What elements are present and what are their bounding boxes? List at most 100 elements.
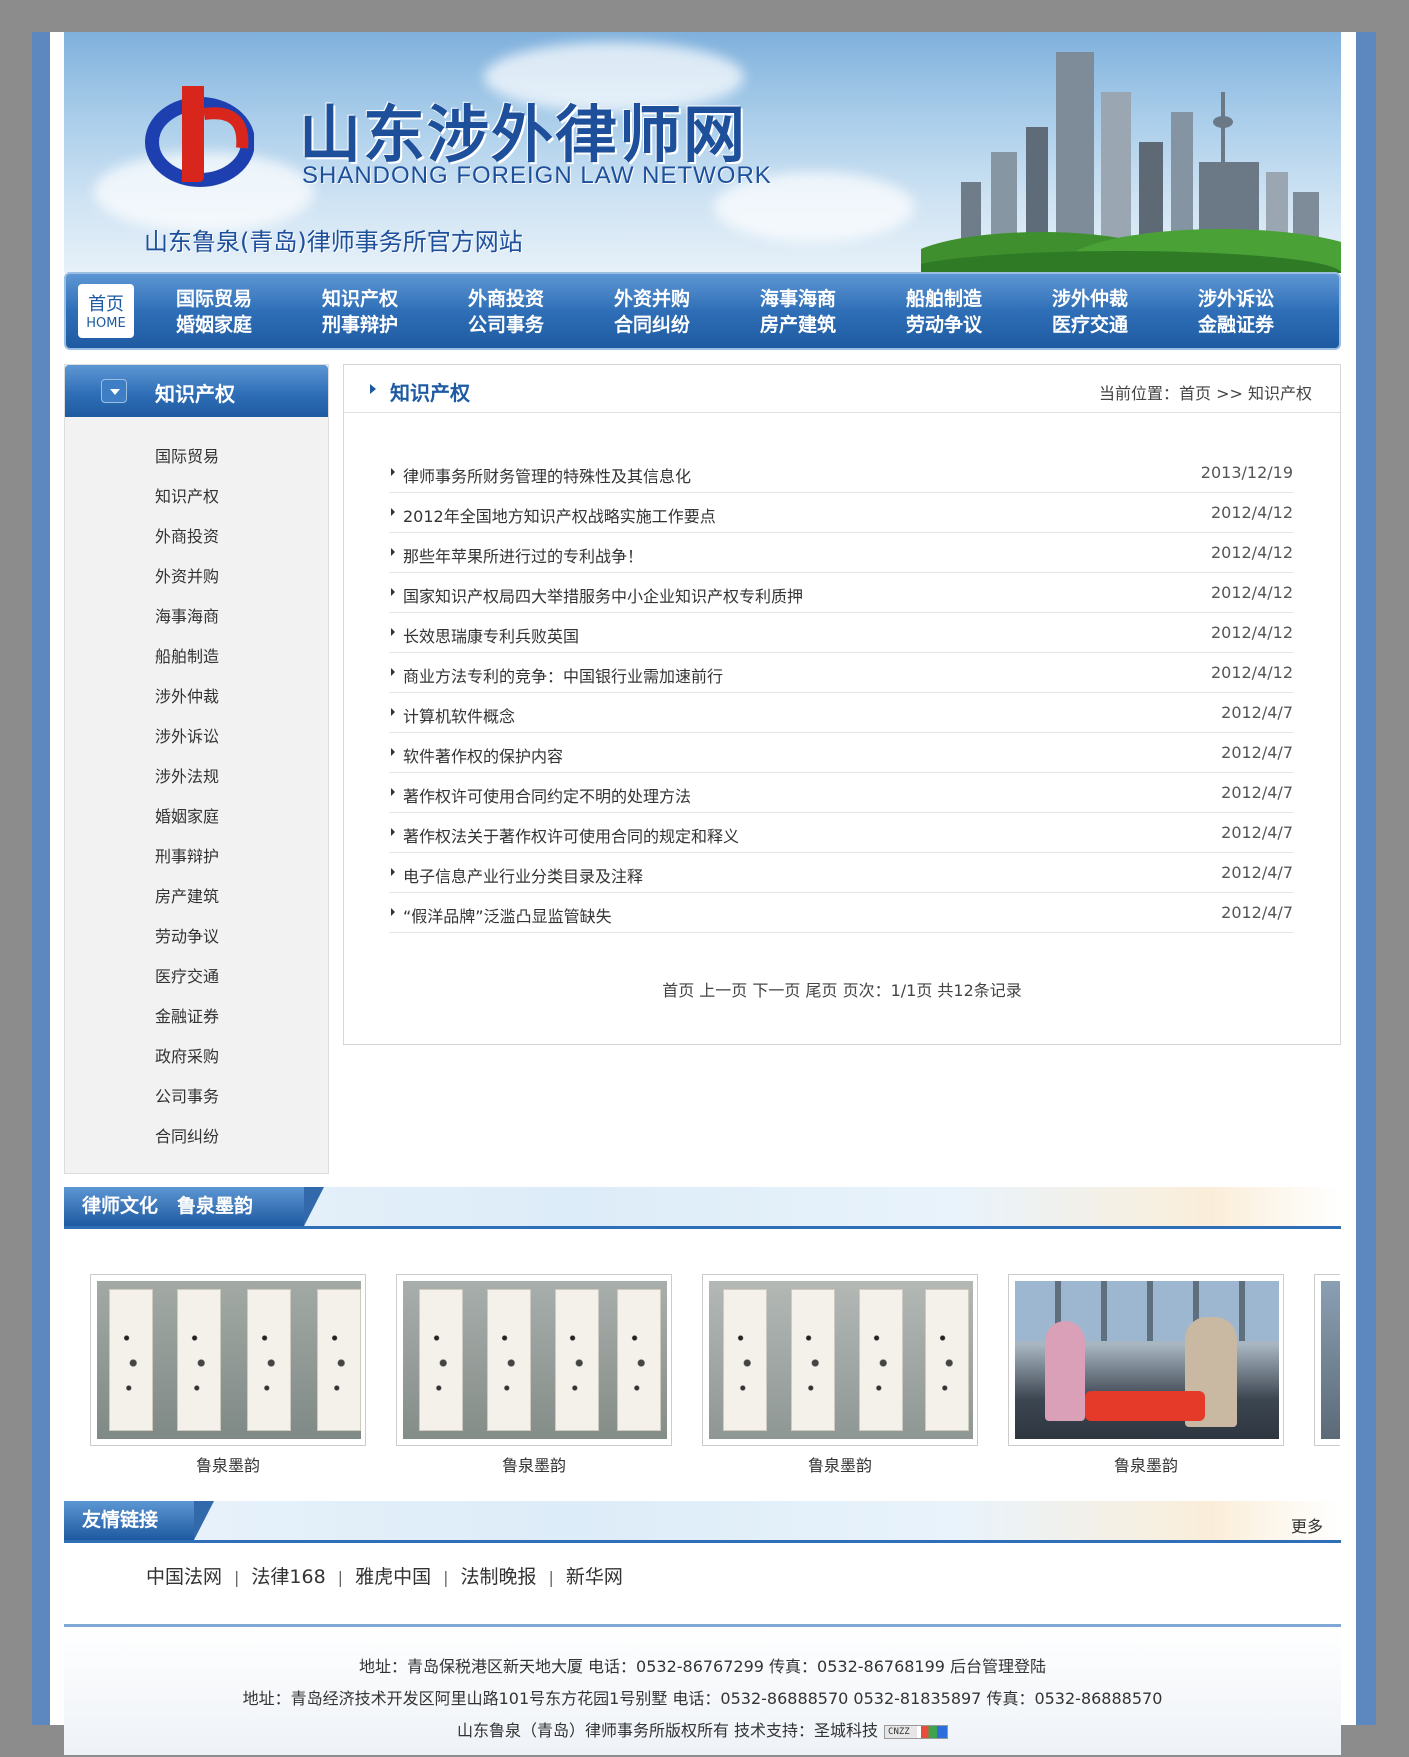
list-item[interactable]: 国家知识产权局四大举措服务中小企业知识产权专利质押 2012/4/12 xyxy=(389,573,1293,613)
bullet-icon xyxy=(391,668,395,676)
nav-link[interactable]: 船舶制造 xyxy=(906,286,1016,312)
nav-home-button[interactable]: 首页 HOME xyxy=(78,284,134,338)
cnzz-badge-icon[interactable]: CNZZ xyxy=(884,1724,949,1739)
sidebar-item[interactable]: 外资并购 xyxy=(65,557,328,597)
sidebar-item[interactable]: 外商投资 xyxy=(65,517,328,557)
sidebar-item[interactable]: 涉外诉讼 xyxy=(65,717,328,757)
friend-link[interactable]: 新华网 xyxy=(566,1566,623,1588)
sidebar-item[interactable]: 涉外法规 xyxy=(65,757,328,797)
gallery-caption[interactable]: 鲁泉墨韵 xyxy=(90,1452,366,1476)
nav-link[interactable]: 婚姻家庭 xyxy=(176,312,286,338)
pagination[interactable]: 首页 上一页 下一页 尾页 页次：1/1页 共12条记录 xyxy=(344,977,1340,1001)
site-logo-icon[interactable] xyxy=(142,78,254,190)
scroll-painting xyxy=(419,1289,463,1431)
nav-item-4[interactable]: 外资并购 合同纠纷 xyxy=(614,286,724,338)
gallery-image[interactable] xyxy=(396,1274,672,1446)
nav-link[interactable]: 房产建筑 xyxy=(760,312,870,338)
article-date: 2012/4/7 xyxy=(1221,863,1293,882)
list-item[interactable]: 2012年全国地方知识产权战略实施工作要点 2012/4/12 xyxy=(389,493,1293,533)
list-item[interactable]: “假洋品牌”泛滥凸显监管缺失 2012/4/7 xyxy=(389,893,1293,933)
sidebar-item[interactable]: 国际贸易 xyxy=(65,437,328,477)
nav-item-1[interactable]: 国际贸易 婚姻家庭 xyxy=(176,286,286,338)
nav-link[interactable]: 合同纠纷 xyxy=(614,312,724,338)
nav-link[interactable]: 医疗交通 xyxy=(1052,312,1162,338)
nav-link[interactable]: 刑事辩护 xyxy=(322,312,432,338)
chevron-down-icon[interactable] xyxy=(101,379,127,403)
breadcrumb[interactable]: 当前位置：首页 >> 知识产权 xyxy=(1099,380,1312,404)
sidebar-item[interactable]: 合同纠纷 xyxy=(65,1117,328,1157)
list-item[interactable]: 著作权法关于著作权许可使用合同的规定和释义 2012/4/7 xyxy=(389,813,1293,853)
friend-link[interactable]: 法律168 xyxy=(251,1566,325,1588)
sidebar-item[interactable]: 劳动争议 xyxy=(65,917,328,957)
article-title[interactable]: 电子信息产业行业分类目录及注释 xyxy=(403,863,643,887)
sidebar-item[interactable]: 船舶制造 xyxy=(65,637,328,677)
list-item[interactable]: 软件著作权的保护内容 2012/4/7 xyxy=(389,733,1293,773)
list-item[interactable]: 那些年苹果所进行过的专利战争！ 2012/4/12 xyxy=(389,533,1293,573)
bullet-icon xyxy=(391,908,395,916)
nav-item-7[interactable]: 涉外仲裁 医疗交通 xyxy=(1052,286,1162,338)
nav-link[interactable]: 外资并购 xyxy=(614,286,724,312)
scroll-painting xyxy=(109,1289,153,1431)
nav-item-6[interactable]: 船舶制造 劳动争议 xyxy=(906,286,1016,338)
nav-link[interactable]: 公司事务 xyxy=(468,312,578,338)
gallery-image[interactable] xyxy=(1008,1274,1284,1446)
article-title[interactable]: 2012年全国地方知识产权战略实施工作要点 xyxy=(403,503,716,527)
sidebar-item[interactable]: 房产建筑 xyxy=(65,877,328,917)
gallery-caption[interactable]: 鲁泉墨韵 xyxy=(1008,1452,1284,1476)
sidebar-item[interactable]: 医疗交通 xyxy=(65,957,328,997)
gallery-image[interactable] xyxy=(702,1274,978,1446)
friend-link[interactable]: 雅虎中国 xyxy=(355,1566,431,1588)
nav-link[interactable]: 知识产权 xyxy=(322,286,432,312)
bullet-icon xyxy=(391,828,395,836)
article-title[interactable]: 著作权法关于著作权许可使用合同的规定和释义 xyxy=(403,823,739,847)
article-title[interactable]: “假洋品牌”泛滥凸显监管缺失 xyxy=(403,903,612,927)
nav-link[interactable]: 劳动争议 xyxy=(906,312,1016,338)
sidebar-item[interactable]: 政府采购 xyxy=(65,1037,328,1077)
nav-item-8[interactable]: 涉外诉讼 金融证券 xyxy=(1198,286,1308,338)
gallery-image[interactable] xyxy=(90,1274,366,1446)
article-title[interactable]: 著作权许可使用合同约定不明的处理方法 xyxy=(403,783,691,807)
article-title[interactable]: 律师事务所财务管理的特殊性及其信息化 xyxy=(403,463,691,487)
list-item[interactable]: 商业方法专利的竞争：中国银行业需加速前行 2012/4/12 xyxy=(389,653,1293,693)
list-item[interactable]: 律师事务所财务管理的特殊性及其信息化 2013/12/19 xyxy=(389,453,1293,493)
list-item[interactable]: 电子信息产业行业分类目录及注释 2012/4/7 xyxy=(389,853,1293,893)
nav-link[interactable]: 国际贸易 xyxy=(176,286,286,312)
nav-link[interactable]: 海事海商 xyxy=(760,286,870,312)
article-title[interactable]: 长效思瑞康专利兵败英国 xyxy=(403,623,579,647)
nav-item-2[interactable]: 知识产权 刑事辩护 xyxy=(322,286,432,338)
sidebar-item[interactable]: 婚姻家庭 xyxy=(65,797,328,837)
article-title[interactable]: 商业方法专利的竞争：中国银行业需加速前行 xyxy=(403,663,723,687)
friend-link[interactable]: 中国法网 xyxy=(146,1566,222,1588)
article-title[interactable]: 国家知识产权局四大举措服务中小企业知识产权专利质押 xyxy=(403,583,803,607)
nav-link[interactable]: 涉外诉讼 xyxy=(1198,286,1308,312)
sidebar-item[interactable]: 刑事辩护 xyxy=(65,837,328,877)
gallery-caption[interactable]: 鲁泉墨韵 xyxy=(396,1452,672,1476)
gallery-caption[interactable]: 鲁泉墨韵 xyxy=(702,1452,978,1476)
footer-address-1: 地址：青岛保税港区新天地大厦 电话：0532-86767299 传真：0532-… xyxy=(358,1657,1047,1676)
sidebar-item[interactable]: 海事海商 xyxy=(65,597,328,637)
sidebar-item[interactable]: 金融证券 xyxy=(65,997,328,1037)
more-link[interactable]: 更多 xyxy=(1291,1513,1323,1537)
sidebar-header: 知识产权 xyxy=(65,365,328,417)
link-separator: | xyxy=(548,1568,554,1587)
list-item[interactable]: 计算机软件概念 2012/4/7 xyxy=(389,693,1293,733)
painting-photo xyxy=(709,1281,973,1439)
nav-item-3[interactable]: 外商投资 公司事务 xyxy=(468,286,578,338)
nav-item-5[interactable]: 海事海商 房产建筑 xyxy=(760,286,870,338)
article-title[interactable]: 那些年苹果所进行过的专利战争！ xyxy=(403,543,643,567)
sidebar-item[interactable]: 公司事务 xyxy=(65,1077,328,1117)
list-item[interactable]: 长效思瑞康专利兵败英国 2012/4/12 xyxy=(389,613,1293,653)
nav-link[interactable]: 金融证券 xyxy=(1198,312,1308,338)
scroll-painting xyxy=(555,1289,599,1431)
article-title[interactable]: 软件著作权的保护内容 xyxy=(403,743,563,767)
friend-link[interactable]: 法制晚报 xyxy=(460,1566,536,1588)
gallery-image-partial[interactable] xyxy=(1314,1274,1340,1446)
bullet-icon xyxy=(391,548,395,556)
list-item[interactable]: 著作权许可使用合同约定不明的处理方法 2012/4/7 xyxy=(389,773,1293,813)
article-date: 2012/4/7 xyxy=(1221,783,1293,802)
nav-link[interactable]: 外商投资 xyxy=(468,286,578,312)
sidebar-item[interactable]: 知识产权 xyxy=(65,477,328,517)
article-title[interactable]: 计算机软件概念 xyxy=(403,703,515,727)
sidebar-item[interactable]: 涉外仲裁 xyxy=(65,677,328,717)
nav-link[interactable]: 涉外仲裁 xyxy=(1052,286,1162,312)
